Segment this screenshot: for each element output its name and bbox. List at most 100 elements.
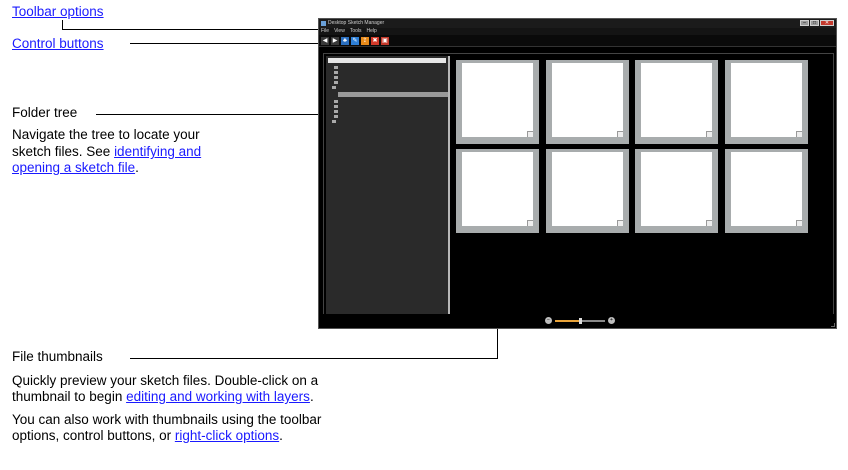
editing-layers-link[interactable]: editing and working with layers <box>126 389 310 404</box>
menu-view[interactable]: View <box>334 28 345 35</box>
page-curl-icon <box>616 131 623 137</box>
maximize-button[interactable]: □ <box>810 20 819 26</box>
folder-icon <box>334 81 338 85</box>
window-title: Desktop Sketch Manager <box>328 20 385 26</box>
page-curl-icon <box>616 220 623 226</box>
extra-desc-line1: You can also work with thumbnails using … <box>12 412 322 427</box>
file-thumbnail[interactable] <box>724 60 808 144</box>
tree-node[interactable] <box>334 100 340 104</box>
control-buttons-leader <box>130 43 324 44</box>
folder-tree-leader <box>96 114 326 115</box>
folder-icon <box>334 76 338 80</box>
folder-icon <box>332 120 336 124</box>
zoom-slider-handle[interactable] <box>578 318 582 324</box>
menu-bar: File View Tools Help <box>319 28 836 35</box>
thumbnail-preview <box>462 63 533 137</box>
window-controls: – □ ✕ <box>800 20 834 26</box>
page-curl-icon <box>527 220 533 226</box>
file-thumbnail[interactable] <box>456 149 539 233</box>
thumb-desc-text: thumbnail to begin <box>12 389 127 404</box>
thumbnail-preview <box>730 63 802 137</box>
file-thumbnails-leader-h <box>130 358 498 359</box>
zoom-in-icon[interactable]: + <box>608 317 615 324</box>
close-button[interactable]: ✕ <box>820 20 834 26</box>
menu-tools[interactable]: Tools <box>350 28 362 35</box>
page-curl-icon <box>795 131 802 137</box>
extra-desc-end: . <box>279 428 283 443</box>
folder-tree-desc-end: . <box>135 160 139 175</box>
control-buttons-link[interactable]: Control buttons <box>12 35 104 52</box>
main-content <box>323 53 834 315</box>
minimize-button[interactable]: – <box>800 20 809 26</box>
folder-tree-desc-line2: sketch files. See identifying and <box>12 144 201 160</box>
folder-tree-heading: Folder tree <box>12 105 78 120</box>
extra-desc-text: options, control buttons, or <box>12 428 175 443</box>
file-thumbnail[interactable] <box>456 60 539 144</box>
tree-node[interactable] <box>332 86 338 90</box>
folder-icon <box>332 86 336 90</box>
tree-node[interactable] <box>332 120 338 124</box>
folder-tree-desc-line1: Navigate the tree to locate your <box>12 127 200 142</box>
folder-tree-desc-text: sketch files. See <box>12 144 115 159</box>
folder-icon <box>334 71 338 75</box>
tree-node[interactable] <box>334 115 340 119</box>
identifying-opening-link-part2[interactable]: opening a sketch file <box>12 160 135 175</box>
zoom-slider-fill <box>555 320 580 322</box>
edit-icon[interactable]: ✎ <box>351 37 359 45</box>
sketch-manager-window: Desktop Sketch Manager – □ ✕ File View T… <box>318 18 837 329</box>
folder-icon <box>334 100 338 104</box>
file-thumbnail[interactable] <box>635 60 718 144</box>
control-buttons-toolbar: ◀ ▶ ♣ ✎ ⇪ ✖ ▣ <box>319 35 836 47</box>
page-curl-icon <box>706 131 712 137</box>
menu-file[interactable]: File <box>321 28 329 35</box>
page-curl-icon <box>527 131 533 137</box>
file-thumbnail[interactable] <box>635 149 718 233</box>
tree-node[interactable] <box>334 66 340 70</box>
file-thumbnail[interactable] <box>545 60 629 144</box>
status-bar: − + <box>319 314 836 328</box>
menu-help[interactable]: Help <box>367 28 377 35</box>
zoom-slider[interactable] <box>555 318 605 324</box>
tree-icon[interactable]: ♣ <box>341 37 349 45</box>
window-titlebar: Desktop Sketch Manager – □ ✕ <box>319 19 836 28</box>
folder-icon <box>334 110 338 114</box>
zoom-out-icon[interactable]: − <box>545 317 552 324</box>
right-click-options-link[interactable]: right-click options <box>175 428 279 443</box>
tree-node[interactable] <box>334 71 340 75</box>
thumbnail-preview <box>641 152 712 226</box>
file-thumbnail[interactable] <box>724 149 808 233</box>
thumbnail-preview <box>551 63 623 137</box>
tree-node[interactable] <box>334 76 340 80</box>
thumb-desc-end: . <box>309 389 314 404</box>
tree-selected-row[interactable] <box>338 92 448 97</box>
export-icon[interactable]: ⇪ <box>361 37 369 45</box>
folder-icon <box>334 115 338 119</box>
thumbnail-preview <box>462 152 533 226</box>
resize-grip-icon[interactable] <box>831 323 835 327</box>
app-icon <box>321 21 326 26</box>
print-icon[interactable]: ▣ <box>381 37 389 45</box>
toolbar-options-leader-h <box>62 29 332 30</box>
tree-node[interactable] <box>334 81 340 85</box>
tree-node[interactable] <box>334 110 340 114</box>
thumbnail-preview <box>641 63 712 137</box>
tree-root-row[interactable] <box>328 58 446 63</box>
toolbar-options-link[interactable]: Toolbar options <box>12 3 104 20</box>
forward-icon[interactable]: ▶ <box>331 37 339 45</box>
folder-tree-desc-line3: opening a sketch file. <box>12 160 139 176</box>
thumb-desc-line2: thumbnail to begin editing and working w… <box>12 389 314 405</box>
delete-icon[interactable]: ✖ <box>371 37 379 45</box>
thumb-desc-line1: Quickly preview your sketch files. Doubl… <box>12 373 319 388</box>
page-curl-icon <box>706 220 712 226</box>
page-curl-icon <box>795 220 802 226</box>
back-icon[interactable]: ◀ <box>321 37 329 45</box>
folder-tree-panel[interactable] <box>326 56 450 314</box>
thumbnail-preview <box>730 152 802 226</box>
file-thumbnail[interactable] <box>545 149 629 233</box>
identifying-opening-link-part1[interactable]: identifying and <box>114 144 201 159</box>
folder-icon <box>334 66 338 70</box>
tree-node[interactable] <box>334 105 340 109</box>
thumbnail-preview <box>551 152 623 226</box>
extra-desc-line2: options, control buttons, or right-click… <box>12 428 283 444</box>
file-thumbnails-heading: File thumbnails <box>12 349 103 364</box>
